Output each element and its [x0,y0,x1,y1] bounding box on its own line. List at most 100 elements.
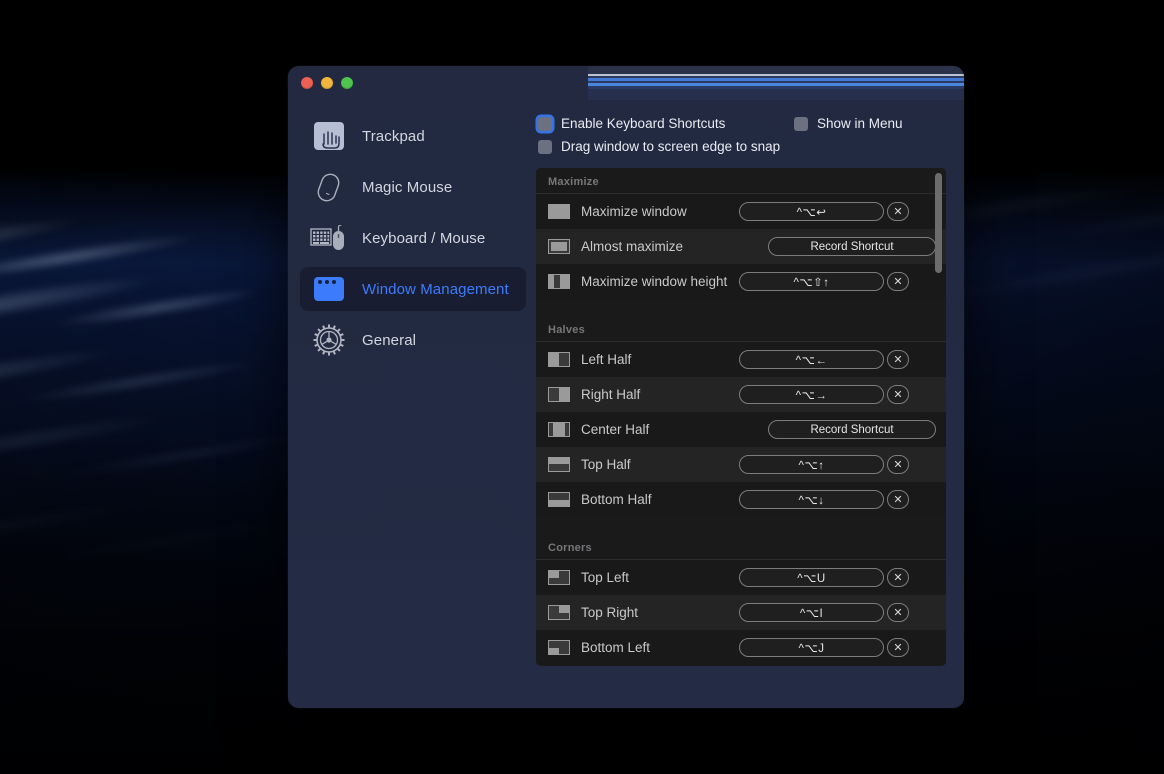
shortcut-row[interactable]: Maximize window ^⌥↩ ✕ [536,194,946,229]
show-in-menu-checkbox[interactable] [794,116,808,131]
maximize-window-height-icon [548,274,570,289]
top-left-icon [548,570,570,585]
shortcut-row[interactable]: Right Half ^⌥→ ✕ [536,377,946,412]
clear-shortcut-button[interactable]: ✕ [887,385,909,404]
sidebar-item-trackpad[interactable]: Trackpad [300,114,526,158]
shortcut-value-field[interactable]: ^⌥↩ [739,202,884,221]
sidebar-item-magic-mouse[interactable]: Magic Mouse [300,165,526,209]
scrollbar-thumb[interactable] [935,173,942,273]
shortcut-value-field[interactable]: ^⌥→ [739,385,884,404]
maximize-window-icon [548,204,570,219]
titlebar-stripe [588,66,964,74]
clear-shortcut-button[interactable]: ✕ [887,638,909,657]
shortcut-row-label: Top Left [581,570,630,585]
list-scrollbar[interactable] [935,171,942,663]
enable-shortcuts-checkbox[interactable] [538,116,552,131]
titlebar[interactable] [288,66,964,100]
shortcut-recorder: ^⌥↩ ✕ [739,202,909,221]
left-half-icon [548,352,570,367]
shortcut-row-label: Top Right [581,605,639,620]
traffic-lights [301,77,353,89]
shortcut-row[interactable]: Almost maximize Record Shortcut [536,229,946,264]
clear-shortcut-button[interactable]: ✕ [887,350,909,369]
shortcut-row[interactable]: Left Half ^⌥← ✕ [536,342,946,377]
shortcut-recorder: ^⌥U ✕ [739,568,909,587]
keyboard-mouse-icon [310,221,348,255]
shortcut-list[interactable]: Maximize Maximize window ^⌥↩ ✕ Almost maximi… [536,168,946,666]
section-header: Maximize [536,168,946,194]
clear-shortcut-button[interactable]: ✕ [887,455,909,474]
clear-shortcut-button[interactable]: ✕ [887,272,909,291]
shortcut-recorder: ^⌥J ✕ [739,638,909,657]
center-half-icon [548,422,570,437]
sidebar-item-general[interactable]: General [300,318,526,362]
drag-to-snap-label: Drag window to screen edge to snap [561,139,781,154]
shortcut-value-field[interactable]: ^⌥↑ [739,455,884,474]
shortcut-value-field[interactable]: ^⌥U [739,568,884,587]
section-header: Corners [536,534,946,560]
section-gap [536,517,946,534]
shortcut-recorder: ^⌥↓ ✕ [739,490,909,509]
shortcut-recorder: ^⌥⇧↑ ✕ [739,272,909,291]
shortcut-value-field[interactable]: ^⌥← [739,350,884,369]
top-half-icon [548,457,570,472]
magic-mouse-icon [310,170,348,204]
sidebar-item-keyboard-mouse[interactable]: Keyboard / Mouse [300,216,526,260]
window-body: Trackpad Magic Mouse Keyboard / Mouse Windo… [288,100,964,708]
shortcut-row-label: Bottom Left [581,640,651,655]
shortcut-row-label: Left Half [581,352,632,367]
almost-maximize-icon [548,239,570,254]
sidebar-item-label: Trackpad [362,127,425,145]
shortcut-row-label: Bottom Half [581,492,652,507]
enable-shortcuts-label: Enable Keyboard Shortcuts [561,116,726,131]
main-pane: Enable Keyboard Shortcuts Show in Menu D… [536,100,964,708]
clear-shortcut-button[interactable]: ✕ [887,603,909,622]
option-enable-shortcuts[interactable]: Enable Keyboard Shortcuts [538,116,794,131]
shortcut-value-field[interactable]: ^⌥⇧↑ [739,272,884,291]
option-show-in-menu[interactable]: Show in Menu [794,116,903,131]
desktop-wallpaper: Trackpad Magic Mouse Keyboard / Mouse Windo… [0,0,1164,774]
shortcut-row[interactable]: Bottom Left ^⌥J ✕ [536,630,946,665]
right-half-icon [548,387,570,402]
section-gap [536,299,946,316]
section-header: Halves [536,316,946,342]
shortcut-row[interactable]: Top Left ^⌥U ✕ [536,560,946,595]
shortcut-recorder: ^⌥I ✕ [739,603,909,622]
zoom-button[interactable] [341,77,353,89]
record-shortcut-button[interactable]: Record Shortcut [768,420,936,439]
options-checkboxes: Enable Keyboard Shortcuts Show in Menu D… [536,116,946,154]
shortcut-row[interactable]: Bottom Half ^⌥↓ ✕ [536,482,946,517]
option-drag-to-snap[interactable]: Drag window to screen edge to snap [538,139,946,154]
shortcut-recorder: Record Shortcut [768,420,936,439]
shortcut-row-label: Center Half [581,422,650,437]
bottom-left-icon [548,640,570,655]
show-in-menu-label: Show in Menu [817,116,903,131]
shortcut-value-field[interactable]: ^⌥I [739,603,884,622]
shortcut-value-field[interactable]: ^⌥↓ [739,490,884,509]
clear-shortcut-button[interactable]: ✕ [887,568,909,587]
bottom-half-icon [548,492,570,507]
top-right-icon [548,605,570,620]
window-management-icon [310,272,348,306]
clear-shortcut-button[interactable]: ✕ [887,202,909,221]
shortcut-row[interactable]: Center Half Record Shortcut [536,412,946,447]
sidebar-item-window-management[interactable]: Window Management [300,267,526,311]
sidebar-item-label: Window Management [362,280,509,298]
shortcut-row-label: Almost maximize [581,239,684,254]
shortcut-row[interactable]: Top Right ^⌥I ✕ [536,595,946,630]
titlebar-stripe [588,89,964,100]
gear-icon [310,323,348,357]
shortcut-list-panel: Maximize Maximize window ^⌥↩ ✕ Almost maximi… [536,168,946,666]
shortcut-row[interactable]: Top Half ^⌥↑ ✕ [536,447,946,482]
shortcut-recorder: ^⌥↑ ✕ [739,455,909,474]
shortcut-row-label: Right Half [581,387,641,402]
drag-to-snap-checkbox[interactable] [538,139,552,154]
record-shortcut-button[interactable]: Record Shortcut [768,237,936,256]
shortcut-row[interactable]: Maximize window height ^⌥⇧↑ ✕ [536,264,946,299]
minimize-button[interactable] [321,77,333,89]
close-button[interactable] [301,77,313,89]
clear-shortcut-button[interactable]: ✕ [887,490,909,509]
shortcut-row-label: Maximize window height [581,274,728,289]
shortcut-value-field[interactable]: ^⌥J [739,638,884,657]
shortcut-recorder: ^⌥← ✕ [739,350,909,369]
